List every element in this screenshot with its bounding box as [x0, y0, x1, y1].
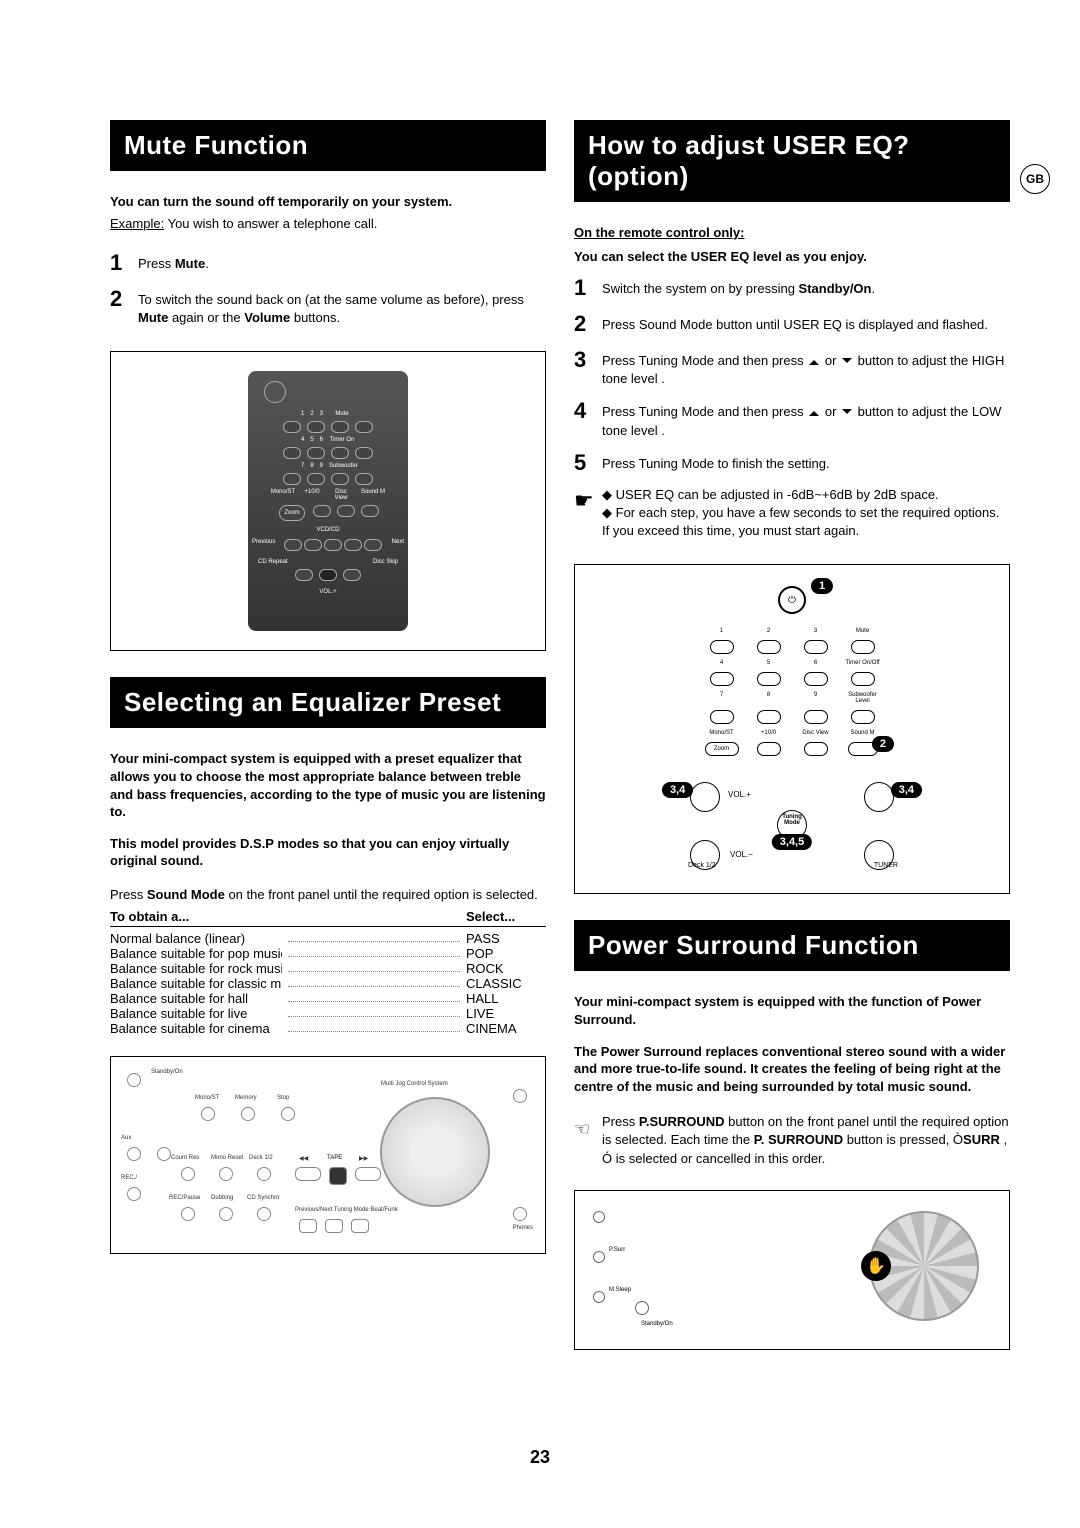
- arrow-up-icon: [807, 358, 821, 366]
- table-row: Normal balance (linear) PASS: [110, 931, 546, 946]
- eq-intro: Your mini-compact system is equipped wit…: [110, 750, 546, 820]
- vol-down-label: VOL.−: [730, 850, 753, 859]
- table-row: Balance suitable for pop music POP: [110, 946, 546, 961]
- psurr-header: Power Surround Function: [574, 920, 1010, 971]
- callout-345: 3,4,5: [772, 834, 812, 850]
- row-right: PASS: [466, 931, 546, 946]
- step-number: 1: [574, 275, 602, 301]
- row-right: CINEMA: [466, 1021, 546, 1036]
- mute-step-2: 2 To switch the sound back on (at the sa…: [110, 286, 546, 327]
- table-row: Balance suitable for live LIVE: [110, 1006, 546, 1021]
- step-text: Press Tuning Mode and then press or butt…: [602, 398, 1010, 439]
- callout-34b: 3,4: [891, 782, 922, 798]
- page-number: 23: [530, 1447, 550, 1468]
- eq-table: To obtain a...Select... Normal balance (…: [110, 909, 546, 1036]
- step-text: Switch the system on by pressing Standby…: [602, 275, 875, 301]
- psurr-desc: The Power Surround replaces conventional…: [574, 1043, 1010, 1096]
- tuner-label: TUNER: [874, 862, 898, 869]
- remote-illustration-1: 123Mute 456Timer On 789Subwoofer Mono/ST…: [110, 351, 546, 651]
- callout-1: 1: [811, 578, 833, 594]
- mute-header: Mute Function: [110, 120, 546, 171]
- row-right: POP: [466, 946, 546, 961]
- front-panel-illustration: Standby/On Aux REC./ Mono/ST Memory Stop…: [110, 1056, 546, 1254]
- manual-page: GB Mute Function You can turn the sound …: [0, 0, 1080, 1528]
- row-right: CLASSIC: [466, 976, 546, 991]
- mute-steps: 1 Press Mute. 2 To switch the sound back…: [110, 250, 546, 327]
- step-text: Press Mute.: [138, 250, 209, 276]
- row-left: Balance suitable for classic music: [110, 976, 282, 991]
- right-column: How to adjust USER EQ?(option) On the re…: [574, 120, 1010, 1350]
- psurr-step: ☞ Press P.SURROUND button on the front p…: [574, 1113, 1010, 1168]
- remote-keypad: 123Mute 456Timer On/Off 789Subwoofer Lev…: [702, 628, 882, 756]
- vol-up-label: VOL.+: [728, 790, 751, 799]
- usereq-step: 4Press Tuning Mode and then press or but…: [574, 398, 1010, 439]
- mute-example: Example: You wish to answer a telephone …: [110, 215, 546, 233]
- arrow-down-icon: [840, 358, 854, 366]
- row-right: HALL: [466, 991, 546, 1006]
- note-2: For each step, you have a few seconds to…: [602, 505, 999, 538]
- example-label: Example:: [110, 216, 164, 231]
- step-number: 2: [110, 286, 138, 327]
- language-badge: GB: [1020, 164, 1050, 194]
- usereq-step: 1Switch the system on by pressing Standb…: [574, 275, 1010, 301]
- step-number: 2: [574, 311, 602, 337]
- deck-label: Deck 1/2: [688, 862, 716, 869]
- row-left: Balance suitable for cinema: [110, 1021, 282, 1036]
- row-left: Balance suitable for hall: [110, 991, 282, 1006]
- example-text: You wish to answer a telephone call.: [168, 216, 378, 231]
- step-text: Press Sound Mode button until USER EQ is…: [602, 311, 988, 337]
- usereq-sub1: On the remote control only:: [574, 224, 1010, 242]
- step-text: Press Tuning Mode to finish the setting.: [602, 450, 830, 476]
- step-text: Press Tuning Mode and then press or butt…: [602, 347, 1010, 388]
- power-icon: [264, 381, 286, 403]
- usereq-step: 3Press Tuning Mode and then press or but…: [574, 347, 1010, 388]
- jog-dial-icon: [380, 1097, 490, 1207]
- pointer-icon: ☞: [574, 1117, 590, 1142]
- callout-hand-icon: ✋: [861, 1251, 891, 1281]
- row-left: Balance suitable for pop music: [110, 946, 282, 961]
- usereq-sub2: You can select the USER EQ level as you …: [574, 248, 1010, 266]
- power-icon: ⏻: [778, 586, 806, 614]
- eq-intro2: This model provides D.S.P modes so that …: [110, 835, 546, 870]
- left-column: Mute Function You can turn the sound off…: [110, 120, 546, 1350]
- table-row: Balance suitable for hall HALL: [110, 991, 546, 1006]
- step-number: 3: [574, 347, 602, 388]
- usereq-steps: 1Switch the system on by pressing Standb…: [574, 275, 1010, 476]
- usereq-step: 5Press Tuning Mode to finish the setting…: [574, 450, 1010, 476]
- row-left: Normal balance (linear): [110, 931, 282, 946]
- front-panel-illustration-2: P.Surr M.Sleep Standby/On ✋: [574, 1190, 1010, 1350]
- note-1: USER EQ can be adjusted in -6dB~+6dB by …: [616, 487, 939, 502]
- right-circle: [864, 782, 894, 812]
- callout-34a: 3,4: [662, 782, 693, 798]
- table-row: Balance suitable for cinema CINEMA: [110, 1021, 546, 1036]
- eq-header: Selecting an Equalizer Preset: [110, 677, 546, 728]
- row-right: LIVE: [466, 1006, 546, 1021]
- usereq-header: How to adjust USER EQ?(option): [574, 120, 1010, 202]
- remote-illustration-2: ⏻ 1 123Mute 456Timer On/Off 789Subwoofer…: [574, 564, 1010, 894]
- step-number: 5: [574, 450, 602, 476]
- step-text: To switch the sound back on (at the same…: [138, 286, 546, 327]
- table-header-right: Select...: [466, 909, 546, 924]
- remote-body: 123Mute 456Timer On 789Subwoofer Mono/ST…: [248, 371, 408, 631]
- usereq-notes: ☛ ◆ USER EQ can be adjusted in -6dB~+6dB…: [574, 486, 1010, 541]
- table-header-left: To obtain a...: [110, 909, 466, 924]
- table-row: Balance suitable for classic music CLASSI…: [110, 976, 546, 991]
- arrow-up-icon: [807, 409, 821, 417]
- mute-step-1: 1 Press Mute.: [110, 250, 546, 276]
- row-left: Balance suitable for live: [110, 1006, 282, 1021]
- pointer-icon: ☛: [574, 486, 602, 541]
- step-number: 4: [574, 398, 602, 439]
- usereq-step: 2Press Sound Mode button until USER EQ i…: [574, 311, 1010, 337]
- step-number: 1: [110, 250, 138, 276]
- callout-2: 2: [872, 736, 894, 752]
- arrow-down-icon: [840, 409, 854, 417]
- vol-up-circle: [690, 782, 720, 812]
- tuning-label: Tuning Mode: [777, 814, 807, 826]
- psurr-intro: Your mini-compact system is equipped wit…: [574, 993, 1010, 1028]
- table-row: Balance suitable for rock music ROCK: [110, 961, 546, 976]
- eq-instruction: Press Sound Mode on the front panel unti…: [110, 886, 546, 904]
- mute-intro: You can turn the sound off temporarily o…: [110, 193, 546, 211]
- row-right: ROCK: [466, 961, 546, 976]
- row-left: Balance suitable for rock music: [110, 961, 282, 976]
